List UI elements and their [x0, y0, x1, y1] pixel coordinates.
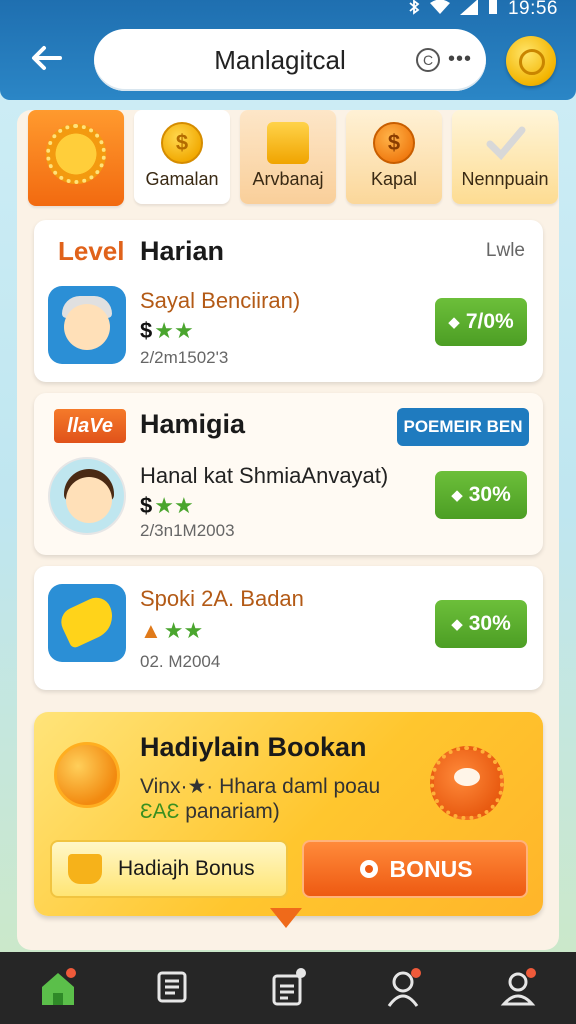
nav-home[interactable]	[28, 958, 88, 1018]
premium-badge[interactable]: POEMEIR BEN	[397, 408, 529, 446]
tab-kapal[interactable]: $ Kapal	[346, 110, 442, 204]
card-title: Harian	[140, 236, 225, 266]
item-title: Sayal Benciiran)	[140, 288, 301, 313]
rating-prefix: ▲	[140, 618, 162, 643]
sun-badge-icon	[46, 124, 106, 184]
nav-profile[interactable]	[488, 958, 548, 1018]
button-label: BONUS	[389, 855, 473, 882]
rating-prefix: $	[140, 493, 153, 518]
tab-label: Arvbanaj	[252, 169, 324, 189]
avatar	[48, 286, 126, 364]
spoki-card[interactable]: Spoki 2A. Badan ▲★★ 02. M2004 ◆ 30%	[34, 566, 543, 690]
button-label: Hadiajh Bonus	[118, 857, 255, 880]
check-icon	[484, 122, 526, 164]
percent-value: 30%	[468, 483, 511, 506]
trophy-icon	[68, 854, 102, 884]
mascot-icon	[430, 746, 504, 820]
gift-box-icon	[267, 122, 309, 164]
signal-icon	[459, 0, 478, 20]
arrow-left-icon	[32, 46, 62, 70]
item-title: Spoki 2A. Badan	[140, 586, 304, 611]
coin-icon: $	[161, 122, 203, 164]
battery-icon	[488, 0, 498, 20]
bluetooth-icon	[408, 0, 420, 20]
title-bar: Manlagitcal C •••	[94, 29, 486, 91]
chevron-left-icon: ◆	[451, 487, 463, 504]
percent-button[interactable]: ◆ 30%	[435, 600, 527, 648]
bonus-text: panariam)	[179, 800, 280, 823]
bonus-orb-icon	[54, 742, 120, 808]
page-title: Manlagitcal	[214, 44, 346, 75]
rating-prefix: $	[140, 318, 153, 343]
card-meta: Lwle	[485, 240, 525, 261]
level-tag: Level	[58, 236, 125, 266]
notification-dot	[65, 968, 76, 978]
bonus-subtitle: Vinx·★· Hhara daml poau	[140, 775, 381, 798]
banana-icon	[56, 592, 120, 650]
face-shape	[64, 304, 110, 350]
pointer-arrow-icon	[270, 908, 302, 928]
back-button[interactable]	[26, 38, 66, 78]
nav-search-user[interactable]	[373, 958, 433, 1018]
banana-avatar	[48, 584, 126, 662]
coin-balance-button[interactable]	[506, 36, 556, 86]
bonus-panel: Hadiylain Bookan Vinx·★· Hhara daml poau…	[34, 712, 543, 916]
stars-icon: ★★	[154, 318, 194, 343]
tab-label: Kapal	[370, 169, 418, 189]
stars-icon: ★★	[163, 618, 204, 643]
level-ribbon: llaVe	[54, 409, 126, 443]
bottom-nav	[0, 952, 576, 1024]
item-date: 2/3n1M2003	[140, 521, 235, 540]
flower-icon	[360, 860, 379, 878]
avatar	[48, 457, 126, 535]
orange-coin-icon: $	[373, 122, 415, 164]
bonus-button[interactable]: BONUS	[302, 840, 528, 898]
tab-level-badge[interactable]	[28, 110, 124, 206]
bonus-subtitle-2: ƐAƐ panariam)	[140, 800, 280, 824]
hadiah-bonus-button[interactable]: Hadiajh Bonus	[50, 840, 288, 898]
percent-value: 30%	[468, 612, 511, 635]
star-rating: $★★	[140, 318, 194, 344]
more-options-button[interactable]: •••	[448, 48, 472, 71]
stars-icon: ★★	[154, 493, 194, 518]
app-header: 19:56 Manlagitcal C •••	[0, 0, 576, 100]
item-date: 2/2m1502'3	[140, 348, 229, 367]
card-title: Hamigia	[140, 409, 246, 439]
percent-value: 7/0%	[465, 310, 514, 333]
wifi-icon	[429, 0, 450, 20]
tab-gamalan[interactable]: $ Gamalan	[134, 110, 230, 204]
tab-label: Gamalan	[145, 169, 219, 189]
item-title: Hanal kat ShmiaAnvayat)	[140, 463, 389, 488]
tab-label: Nennpuain	[461, 169, 549, 189]
tab-nennpuain[interactable]: Nennpuain	[452, 110, 558, 204]
star-rating: ▲★★	[140, 618, 203, 644]
bonus-title: Hadiylain Bookan	[140, 732, 367, 762]
status-bar: 19:56	[408, 0, 558, 20]
list-icon	[157, 971, 187, 1003]
nav-notes[interactable]	[258, 958, 318, 1018]
hamigia-card[interactable]: llaVe Hamigia POEMEIR BEN Hanal kat Shmi…	[34, 393, 543, 555]
face-shape	[66, 477, 112, 523]
chevron-left-icon: ◆	[451, 616, 463, 633]
status-time: 19:56	[507, 0, 558, 19]
percent-button[interactable]: ◆ 7/0%	[435, 298, 527, 346]
level-harian-card[interactable]: Level Harian Lwle Sayal Benciiran) $★★ 2…	[34, 220, 543, 382]
notification-dot	[295, 968, 306, 978]
star-rating: $★★	[140, 493, 194, 519]
tab-arvbanaj[interactable]: Arvbanaj	[240, 110, 336, 204]
copyright-icon: C	[416, 48, 440, 72]
category-tabs: $ Gamalan Arvbanaj $ Kapal Nennpuain	[28, 110, 558, 206]
chevron-left-icon: ◆	[448, 314, 460, 331]
item-date: 02. M2004	[140, 652, 221, 671]
bonus-amount: ƐAƐ	[140, 800, 180, 823]
percent-button[interactable]: ◆ 30%	[435, 471, 527, 519]
nav-tasks[interactable]	[143, 958, 203, 1018]
